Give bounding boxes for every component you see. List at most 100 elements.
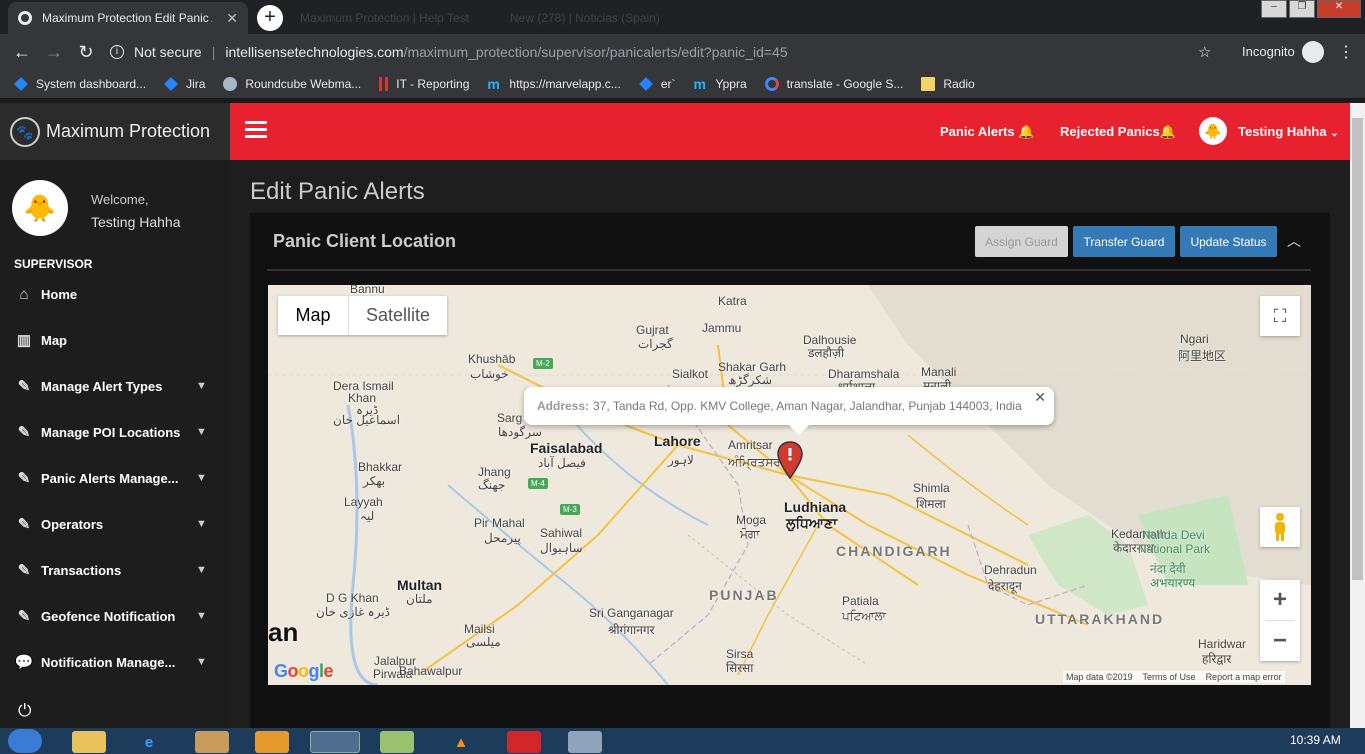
back-icon[interactable]: ← [6,42,38,63]
minimize-button[interactable]: – [1261,0,1287,18]
bookmark-label: er` [660,77,676,91]
map-place-label: ملتان [406,592,433,606]
header-avatar[interactable]: 🐥 [1199,117,1227,145]
zoom-in-icon[interactable]: + [1260,580,1300,620]
notepad-icon[interactable] [380,731,414,753]
user-menu[interactable]: Testing Hahha ⌄ [1238,124,1339,139]
map-canvas[interactable]: Map Satellite ⛶ + − Bannu Katra Gujrat گجرا… [268,285,1311,685]
bookmark-item[interactable]: Radio [921,77,975,91]
hamburger-icon[interactable] [245,121,267,139]
map-place-label: Shakar Garh [718,360,787,374]
sidebar-item-label: Manage POI Locations [41,424,181,440]
assign-guard-button[interactable]: Assign Guard [975,226,1068,257]
sidebar-item-label: Panic Alerts Manage... [41,470,179,486]
edit-icon: ✎ [17,378,31,395]
vlc-icon[interactable]: ▲ [444,731,478,753]
sidebar-item-panic-alerts-management[interactable]: ✎ Panic Alerts Manage... ▼ [0,455,230,501]
bookmark-item[interactable]: m Yppra [693,77,746,91]
edit-icon: ✎ [17,562,31,579]
map-place-label: گجرات [638,337,673,351]
brand[interactable]: 🐾 Maximum Protection [0,103,230,160]
zoom-out-icon[interactable]: − [1260,621,1300,661]
chrome-taskbar-icon[interactable] [310,731,360,753]
map-place-label: سرگودھا [498,425,542,439]
page-scrollbar[interactable] [1350,103,1365,728]
map-place-label: Mailsi [464,622,495,636]
sidebar-item-geofence-notification[interactable]: ✎ Geofence Notification ▼ [0,593,230,639]
bookmark-item[interactable]: Jira [164,77,205,91]
sidebar-item-notification-management[interactable]: 💬 Notification Manage... ▼ [0,639,230,685]
sidebar-item-label: Transactions [41,562,122,578]
menu-icon[interactable]: ⋮ [1338,42,1354,62]
sidebar-item-map[interactable]: ▥ Map [0,317,230,363]
sidebar-item-transactions[interactable]: ✎ Transactions ▼ [0,547,230,593]
close-icon[interactable]: ✕ [1034,389,1046,406]
ie-icon[interactable]: e [132,731,166,753]
sidebar-item-home[interactable]: ⌂ Home [0,271,230,317]
map-type-satellite[interactable]: Satellite [348,296,447,335]
sidebar-item-manage-poi-locations[interactable]: ✎ Manage POI Locations ▼ [0,409,230,455]
terms-link[interactable]: Terms of Use [1143,672,1196,682]
map-place-label: Nanda Devi [1142,528,1205,542]
map-place-label: اسماعیل خان [333,413,401,427]
security-label: Not secure [134,44,202,60]
panic-alerts-link[interactable]: Panic Alerts 🔔 [940,124,1034,140]
close-window-button[interactable]: ✕ [1317,0,1361,18]
edit-icon: ✎ [17,470,31,487]
edit-icon: ✎ [17,516,31,533]
highway-shield: M-2 [533,358,553,369]
fullscreen-icon[interactable]: ⛶ [1260,296,1300,336]
map-place-label: پیرمحل [484,531,521,545]
scrollbar-thumb[interactable] [1352,118,1363,580]
bookmark-item[interactable]: IT - Reporting [379,77,469,91]
bookmark-item[interactable]: translate - Google S... [764,77,903,91]
bookmark-item[interactable]: m https://marvelapp.c... [487,77,620,91]
incognito-icon[interactable] [1302,41,1324,63]
address-bar[interactable]: i Not secure | intellisensetechnologies.… [110,38,1225,66]
new-tab-button[interactable]: + [257,5,283,31]
map-type-map[interactable]: Map [278,296,348,335]
sidebar-item-operators[interactable]: ✎ Operators ▼ [0,501,230,547]
start-button[interactable] [8,729,42,753]
divider [267,269,1311,271]
bell-icon: 🔔 [1159,124,1176,139]
panic-alerts-label: Panic Alerts [940,124,1015,139]
map-place-label: ਅੰਮ੍ਰਿਤਸਰ [728,455,781,469]
map-place-label: Sri Ganganagar [589,606,674,620]
url-path: /maximum_protection/supervisor/panicaler… [403,44,788,60]
bookmark-item[interactable]: System dashboard... [14,77,146,91]
pdf-icon[interactable] [507,731,541,753]
transfer-guard-button[interactable]: Transfer Guard [1073,226,1175,257]
inactive-tab[interactable]: New (278) | Noticias (Spain) [510,6,660,30]
map-place-label: PUNJAB [709,587,779,603]
sidebar-item-label: Map [41,332,67,348]
map-place-label: डलहौज़ी [808,346,845,360]
bookmark-item[interactable]: er` [638,77,676,91]
welcome-text: Welcome, [91,192,149,207]
forward-icon[interactable]: → [38,42,70,63]
reload-icon[interactable]: ↻ [70,42,102,63]
info-icon[interactable]: i [110,45,124,59]
paint-icon[interactable] [195,731,229,753]
windows-taskbar: e ▲ 10:39 AM [0,728,1365,754]
calculator-icon[interactable] [568,731,602,753]
maximize-button[interactable]: ❐ [1289,0,1315,18]
report-error-link[interactable]: Report a map error [1206,672,1282,682]
update-status-button[interactable]: Update Status [1180,226,1277,257]
rejected-panics-link[interactable]: Rejected Panics🔔 [1060,124,1176,140]
map-place-label: لیہ [360,509,375,523]
map-place-label: Dehradun [984,563,1037,577]
power-icon[interactable]: ⏻ [18,701,31,721]
chevron-up-icon[interactable]: ︿ [1287,231,1301,251]
tab-close-icon[interactable]: ✕ [226,10,238,27]
bookmark-item[interactable]: Roundcube Webma... [223,77,361,91]
explorer-icon[interactable] [72,731,106,753]
map-place-label: میلسی [466,635,501,649]
map-marker-icon[interactable] [777,440,803,480]
media-icon[interactable] [255,731,289,753]
inactive-tab[interactable]: Maximum Protection | Help Test [300,6,469,30]
active-tab[interactable]: Maximum Protection Edit Panic Alerts ✕ [8,2,248,34]
pegman-icon[interactable] [1260,507,1300,547]
sidebar-item-manage-alert-types[interactable]: ✎ Manage Alert Types ▼ [0,363,230,409]
bookmark-star-icon[interactable]: ☆ [1198,43,1211,61]
